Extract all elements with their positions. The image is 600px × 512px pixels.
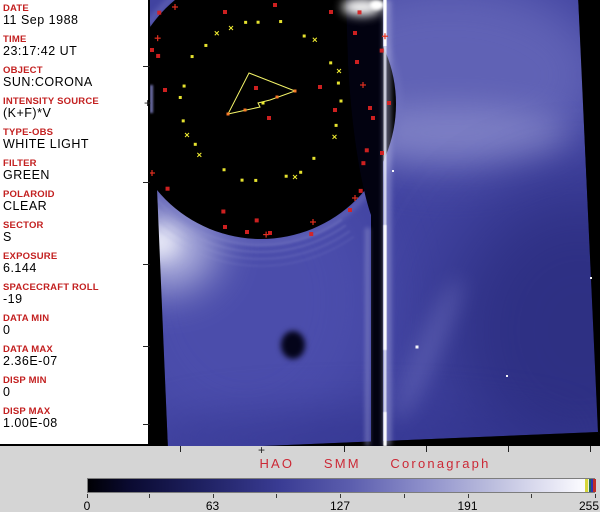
field-value: WHITE LIGHT: [3, 137, 90, 151]
colorbar-tick: [403, 494, 405, 498]
metadata-field: OBJECT SUN:CORONA: [3, 65, 148, 89]
metadata-field: POLAROID CLEAR: [3, 189, 148, 213]
left-axis-tick: [143, 424, 150, 425]
left-axis-tick: [143, 264, 150, 265]
field-value: GREEN: [3, 168, 50, 182]
field-label: SECTOR: [3, 220, 44, 231]
left-axis-tick: [143, 346, 150, 347]
instrument-title: HAO SMM Coronagraph: [259, 456, 491, 471]
colorbar-tick: [276, 494, 278, 498]
colorbar-tick: [212, 494, 214, 498]
field-value: 1.00E-08: [3, 416, 58, 430]
field-value: S: [3, 230, 12, 244]
field-value: (K+F)*V: [3, 106, 52, 120]
colorbar-gradient: [87, 478, 596, 493]
colorbar-tick: [87, 494, 88, 498]
field-value: 11 Sep 1988: [3, 13, 79, 27]
field-value: 23:17:42 UT: [3, 44, 78, 58]
metadata-field: DISP MAX 1.00E-08: [3, 406, 148, 430]
metadata-field: SECTOR S: [3, 220, 148, 244]
field-label: SPACECRAFT ROLL: [3, 282, 99, 293]
colorbar-tick-label: 127: [329, 499, 351, 512]
bottom-axis-tick: [426, 446, 427, 452]
metadata-field: DATA MIN 0: [3, 313, 148, 337]
metadata-field: DATA MAX 2.36E-07: [3, 344, 148, 368]
metadata-field: DATE 11 Sep 1988: [3, 3, 148, 27]
bottom-axis-tick: [180, 446, 181, 452]
sun-center-left-mark: +: [144, 96, 152, 110]
colorbar-tick-label: 63: [205, 499, 220, 512]
colorbar-tick: [595, 494, 596, 498]
colorbar-tick: [148, 494, 150, 498]
metadata-field: EXPOSURE 6.144: [3, 251, 148, 275]
colorbar-tick: [531, 494, 533, 498]
smm-coronagraph-viewer: DATE 11 Sep 1988 TIME 23:17:42 UT OBJECT SUN:…: [0, 0, 600, 512]
colorbar-marker-stripe: [593, 479, 596, 492]
field-value: CLEAR: [3, 199, 48, 213]
sun-center-bottom-mark: +: [258, 443, 266, 457]
bottom-axis-tick: [590, 446, 591, 452]
field-value: SUN:CORONA: [3, 75, 93, 89]
metadata-field: TIME 23:17:42 UT: [3, 34, 148, 58]
bottom-axis-tick: [344, 446, 345, 452]
metadata-sidebar: DATE 11 Sep 1988 TIME 23:17:42 UT OBJECT SUN:…: [0, 0, 150, 446]
field-value: 0: [3, 323, 11, 337]
metadata-field: SPACECRAFT ROLL -19: [3, 282, 148, 306]
colorbar-tick-label: 191: [457, 499, 478, 512]
metadata-field: TYPE-OBS WHITE LIGHT: [3, 127, 148, 151]
field-value: 6.144: [3, 261, 37, 275]
colorbar-tick: [340, 494, 341, 498]
left-axis-tick: [143, 66, 150, 67]
colorbar-tick-label: 0: [83, 499, 91, 512]
metadata-field: INTENSITY SOURCE (K+F)*V: [3, 96, 148, 120]
colorbar-tick-label: 255: [578, 499, 600, 512]
field-value: 0: [3, 385, 11, 399]
coronagraph-image: [150, 0, 600, 446]
field-value: -19: [3, 292, 23, 306]
field-label: DISP MIN: [3, 375, 47, 386]
field-label: DATA MIN: [3, 313, 50, 324]
field-value: 2.36E-07: [3, 354, 58, 368]
left-axis-tick: [143, 182, 150, 183]
metadata-field: FILTER GREEN: [3, 158, 148, 182]
bottom-axis-tick: [508, 446, 509, 452]
metadata-field: DISP MIN 0: [3, 375, 148, 399]
coronagraph-image-panel: [150, 0, 600, 446]
colorbar-tick: [467, 494, 469, 498]
